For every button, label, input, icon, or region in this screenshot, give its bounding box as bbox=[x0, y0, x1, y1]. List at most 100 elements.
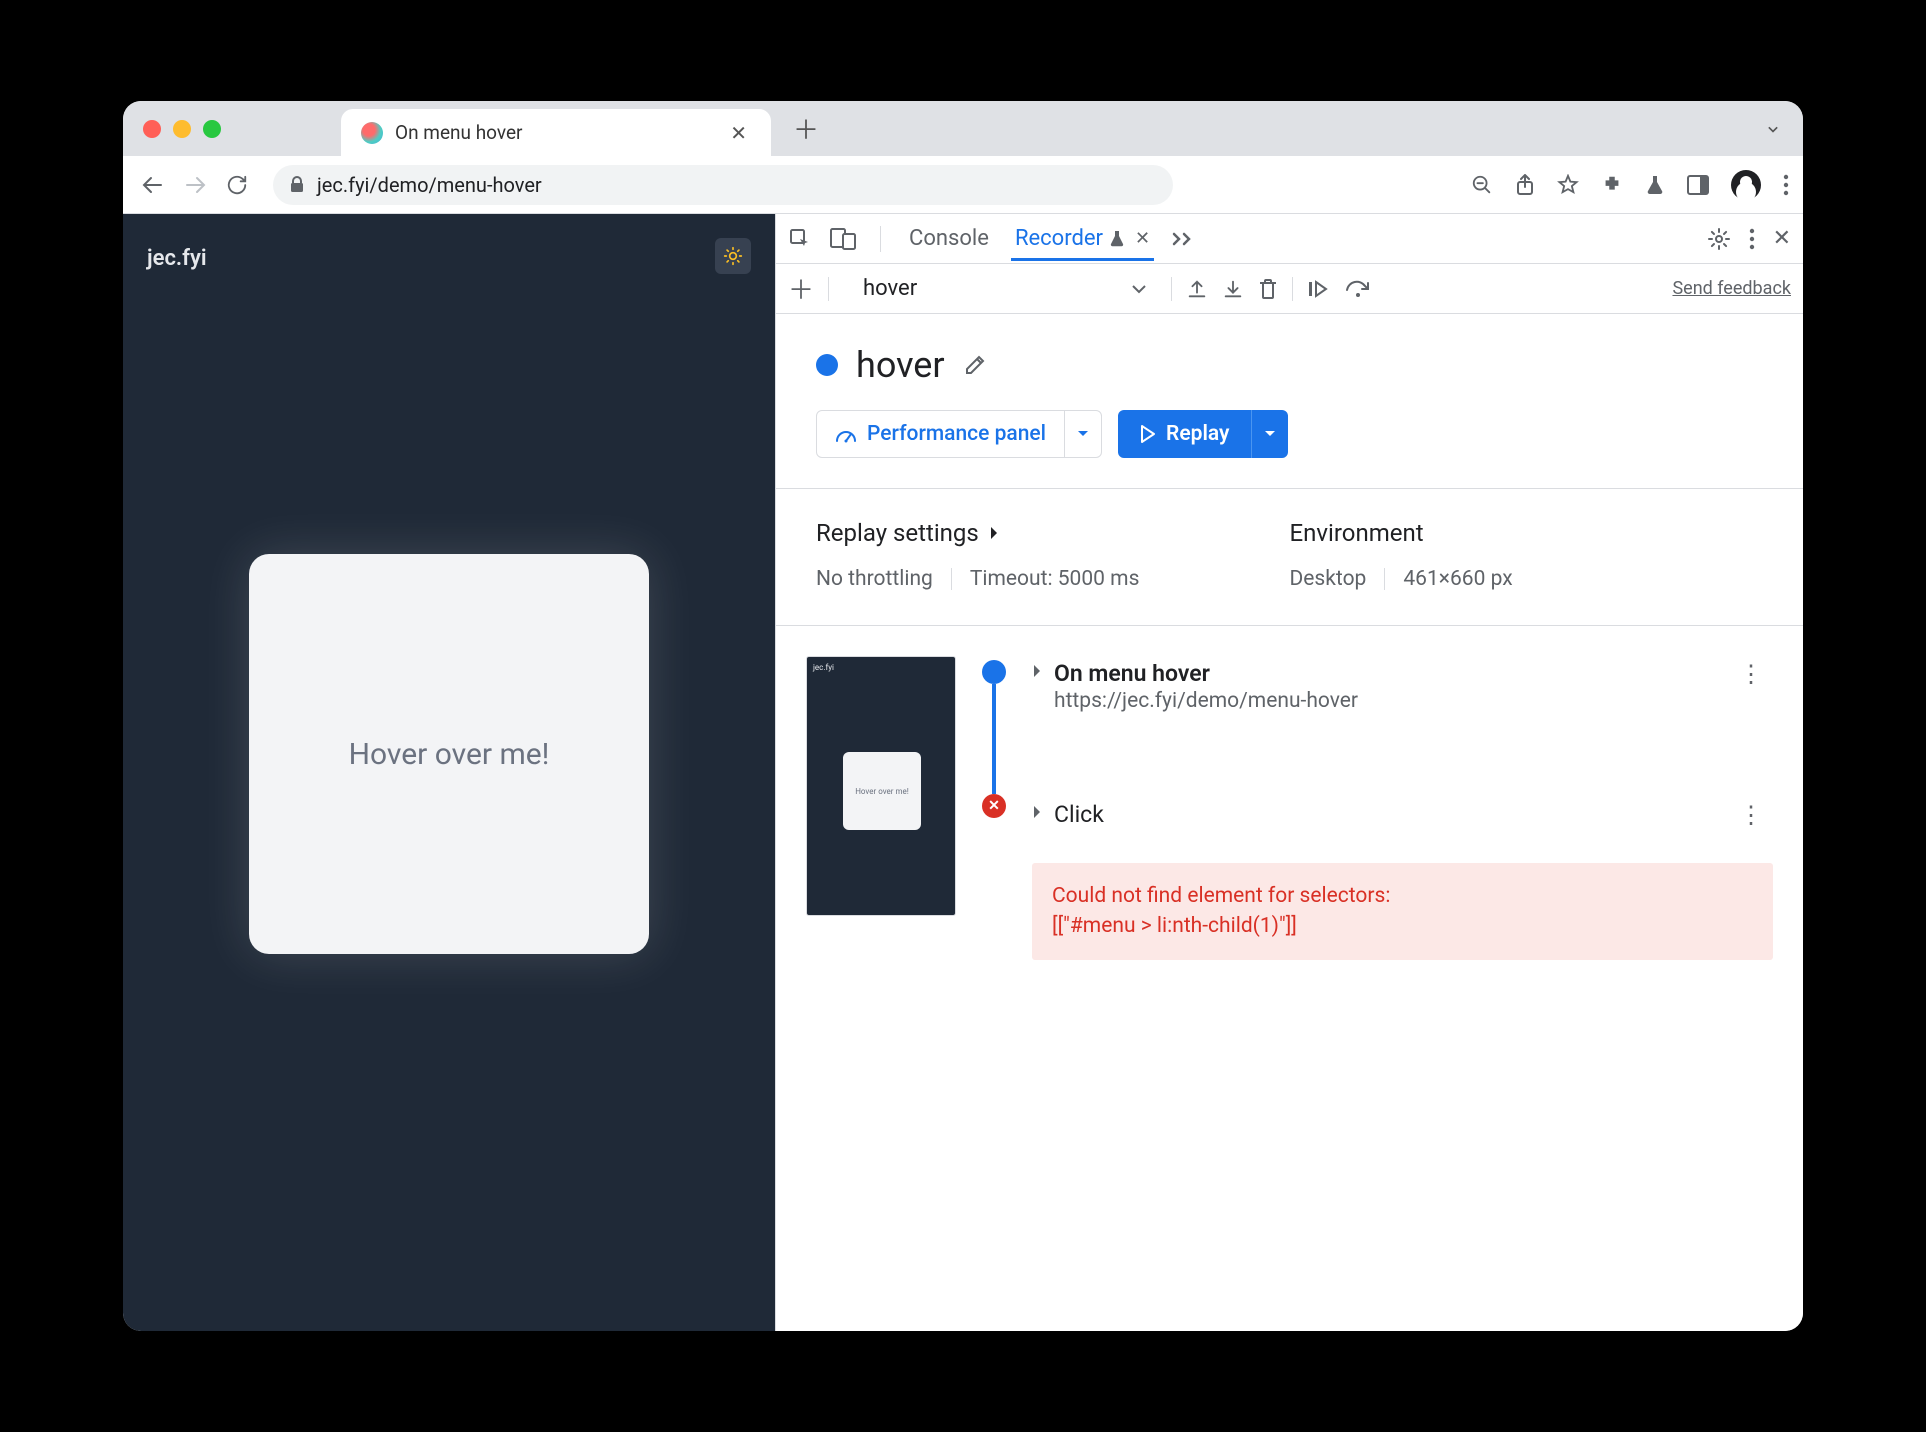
tab-console[interactable]: Console bbox=[905, 216, 993, 261]
timeline-error-dot-icon: ✕ bbox=[982, 794, 1006, 818]
continue-icon[interactable] bbox=[1307, 279, 1331, 299]
browser-window: On menu hover ✕ ＋ jec.fyi/demo/menu-hove… bbox=[123, 101, 1803, 1331]
reload-button[interactable] bbox=[221, 169, 253, 201]
devtools-tab-bar: Console Recorder ✕ ✕ bbox=[776, 214, 1803, 264]
timeline-success-dot-icon bbox=[982, 660, 1006, 684]
content-area: jec.fyi Hover over me! Console Recorder … bbox=[123, 214, 1803, 1331]
environment-dimensions: 461×660 px bbox=[1403, 567, 1512, 591]
export-icon[interactable] bbox=[1186, 278, 1208, 300]
step-menu-button[interactable]: ⋮ bbox=[1729, 801, 1773, 829]
recorder-body: hover Performance panel Rep bbox=[776, 314, 1803, 1331]
expand-step-icon[interactable] bbox=[1032, 664, 1042, 678]
step-over-icon[interactable] bbox=[1345, 280, 1371, 298]
recording-selector[interactable]: hover bbox=[863, 276, 917, 301]
recording-title-row: hover bbox=[776, 314, 1803, 410]
flask-icon bbox=[1109, 230, 1125, 248]
step-list: On menu hover https://jec.fyi/demo/menu-… bbox=[1032, 656, 1773, 960]
devtools-menu-icon[interactable] bbox=[1749, 228, 1755, 250]
thumbnail-card: Hover over me! bbox=[843, 752, 921, 830]
settings-gear-icon[interactable] bbox=[1707, 227, 1731, 251]
status-dot-icon bbox=[816, 354, 838, 376]
environment-settings: Environment Desktop 461×660 px bbox=[1290, 519, 1764, 591]
minimize-window-button[interactable] bbox=[173, 120, 191, 138]
send-feedback-link[interactable]: Send feedback bbox=[1672, 278, 1791, 299]
new-tab-button[interactable]: ＋ bbox=[787, 104, 825, 153]
sun-icon bbox=[723, 246, 743, 266]
window-controls bbox=[143, 120, 221, 138]
browser-toolbar: jec.fyi/demo/menu-hover bbox=[123, 156, 1803, 214]
step-row[interactable]: On menu hover https://jec.fyi/demo/menu-… bbox=[1032, 656, 1773, 717]
page-thumbnail: jec.fyi Hover over me! bbox=[806, 656, 956, 916]
play-icon bbox=[1140, 425, 1156, 443]
back-button[interactable] bbox=[137, 169, 169, 201]
maximize-window-button[interactable] bbox=[203, 120, 221, 138]
step-timeline: ✕ bbox=[976, 656, 1012, 960]
share-icon[interactable] bbox=[1515, 174, 1535, 196]
recording-dropdown-icon[interactable] bbox=[1131, 284, 1147, 294]
tabs-dropdown-button[interactable] bbox=[1763, 119, 1783, 139]
settings-section: Replay settings No throttling Timeout: 5… bbox=[776, 488, 1803, 626]
replay-settings: Replay settings No throttling Timeout: 5… bbox=[816, 519, 1290, 591]
throttling-value: No throttling bbox=[816, 567, 933, 591]
forward-button[interactable] bbox=[179, 169, 211, 201]
theme-toggle-button[interactable] bbox=[715, 238, 751, 274]
timeline-connector bbox=[992, 684, 996, 794]
recorder-toolbar: ＋ hover Send feedback bbox=[776, 264, 1803, 314]
expand-step-icon[interactable] bbox=[1032, 805, 1042, 819]
performance-dropdown[interactable] bbox=[1064, 411, 1101, 457]
extensions-icon[interactable] bbox=[1601, 174, 1623, 196]
tab-title: On menu hover bbox=[395, 121, 714, 144]
environment-heading: Environment bbox=[1290, 519, 1424, 547]
inspect-element-icon[interactable] bbox=[788, 227, 812, 251]
favicon-icon bbox=[361, 122, 383, 144]
thumbnail-logo: jec.fyi bbox=[813, 663, 834, 672]
close-devtools-icon[interactable]: ✕ bbox=[1773, 226, 1791, 251]
recording-title: hover bbox=[856, 344, 945, 386]
more-tabs-icon[interactable] bbox=[1172, 232, 1192, 246]
tab-recorder[interactable]: Recorder ✕ bbox=[1011, 216, 1154, 261]
browser-tab[interactable]: On menu hover ✕ bbox=[341, 109, 771, 157]
step-url: https://jec.fyi/demo/menu-hover bbox=[1054, 689, 1717, 713]
card-text: Hover over me! bbox=[349, 737, 550, 772]
lock-icon bbox=[289, 176, 305, 194]
browser-menu-button[interactable] bbox=[1783, 174, 1789, 196]
replay-dropdown[interactable] bbox=[1251, 410, 1288, 458]
environment-device: Desktop bbox=[1290, 567, 1367, 591]
error-text-line1: Could not find element for selectors: bbox=[1052, 881, 1753, 911]
page-logo[interactable]: jec.fyi bbox=[147, 246, 207, 271]
close-panel-icon[interactable]: ✕ bbox=[1135, 228, 1150, 249]
bookmark-star-icon[interactable] bbox=[1557, 174, 1579, 196]
steps-section: jec.fyi Hover over me! ✕ On menu hover bbox=[776, 626, 1803, 990]
step-row[interactable]: Click ⋮ bbox=[1032, 797, 1773, 833]
close-tab-button[interactable]: ✕ bbox=[726, 117, 751, 149]
devtools-panel: Console Recorder ✕ ✕ ＋ hover bbox=[775, 214, 1803, 1331]
replay-button[interactable]: Replay bbox=[1118, 410, 1288, 458]
profile-avatar[interactable] bbox=[1731, 170, 1761, 200]
performance-panel-button[interactable]: Performance panel bbox=[816, 410, 1102, 458]
error-message: Could not find element for selectors: [[… bbox=[1032, 863, 1773, 960]
step-title: On menu hover bbox=[1054, 660, 1717, 687]
gauge-icon bbox=[835, 425, 857, 443]
device-toggle-icon[interactable] bbox=[830, 228, 856, 250]
side-panel-icon[interactable] bbox=[1687, 175, 1709, 195]
new-recording-button[interactable]: ＋ bbox=[788, 270, 814, 307]
toolbar-actions bbox=[1471, 170, 1789, 200]
zoom-out-icon[interactable] bbox=[1471, 174, 1493, 196]
page-viewport: jec.fyi Hover over me! bbox=[123, 214, 775, 1331]
edit-title-button[interactable] bbox=[963, 353, 987, 377]
labs-icon[interactable] bbox=[1645, 174, 1665, 196]
step-menu-button[interactable]: ⋮ bbox=[1729, 660, 1773, 688]
tab-bar: On menu hover ✕ ＋ bbox=[123, 101, 1803, 156]
replay-settings-heading[interactable]: Replay settings bbox=[816, 519, 1290, 547]
address-bar[interactable]: jec.fyi/demo/menu-hover bbox=[273, 165, 1173, 205]
timeout-value: Timeout: 5000 ms bbox=[970, 567, 1140, 591]
import-icon[interactable] bbox=[1222, 278, 1244, 300]
error-text-line2: [["#menu > li:nth-child(1)"]] bbox=[1052, 911, 1753, 941]
chevron-right-icon bbox=[989, 526, 999, 540]
delete-icon[interactable] bbox=[1258, 278, 1278, 300]
url-text: jec.fyi/demo/menu-hover bbox=[317, 173, 542, 197]
step-title: Click bbox=[1054, 801, 1717, 828]
close-window-button[interactable] bbox=[143, 120, 161, 138]
hover-card[interactable]: Hover over me! bbox=[249, 554, 649, 954]
action-buttons: Performance panel Replay bbox=[776, 410, 1803, 488]
